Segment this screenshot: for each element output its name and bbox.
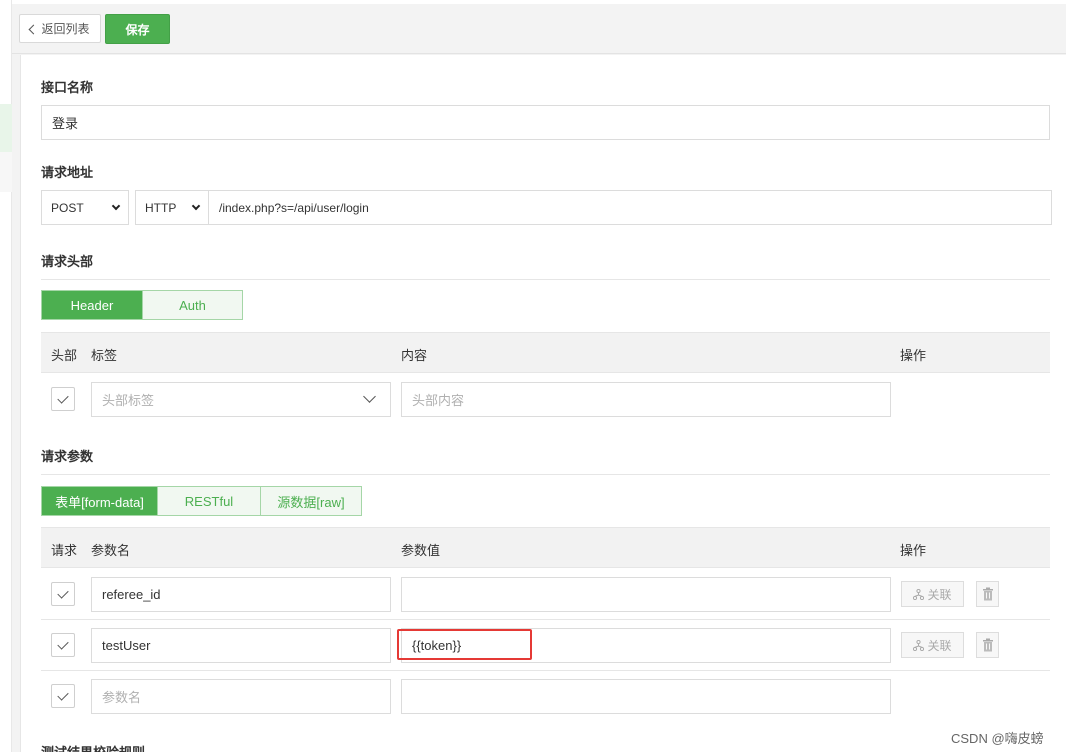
request-url-title: 请求地址 xyxy=(41,165,94,180)
delete-button[interactable] xyxy=(976,632,999,658)
param-value-input[interactable] xyxy=(401,679,891,714)
side-nav-active-item[interactable] xyxy=(0,104,12,152)
check-icon xyxy=(57,637,69,650)
trash-icon xyxy=(982,587,993,601)
param-row-checkbox[interactable] xyxy=(51,582,75,606)
protocol-select[interactable]: HTTP xyxy=(135,190,208,225)
tab-form-data[interactable]: 表单[form-data] xyxy=(42,487,158,515)
link-icon xyxy=(913,639,925,651)
param-value-input[interactable] xyxy=(401,577,891,612)
test-rules-title: 测试结果校验规则 xyxy=(41,742,145,752)
link-icon xyxy=(913,588,925,600)
col-param-name: 参数名 xyxy=(91,543,131,558)
back-to-list-button[interactable]: 返回列表 xyxy=(19,14,101,43)
link-label: 关联 xyxy=(927,638,952,653)
url-path-input[interactable]: /index.php?s=/api/user/login xyxy=(208,190,1052,225)
tab-header[interactable]: Header xyxy=(42,291,143,319)
back-to-list-label: 返回列表 xyxy=(41,22,90,36)
link-button[interactable]: 关联 xyxy=(901,581,964,607)
param-row-checkbox[interactable] xyxy=(51,633,75,657)
chevron-down-icon xyxy=(111,201,121,210)
toolbar: 返回列表 保存 xyxy=(12,0,1066,54)
header-label-select[interactable]: 头部标签 xyxy=(91,382,391,417)
check-icon xyxy=(57,391,69,404)
params-tabs: 表单[form-data] RESTful 源数据[raw] xyxy=(41,486,362,516)
col-param-value: 参数值 xyxy=(401,543,441,558)
check-icon xyxy=(57,688,69,701)
interface-name-title: 接口名称 xyxy=(41,80,94,95)
param-name-input[interactable]: referee_id xyxy=(91,577,391,612)
save-button[interactable]: 保存 xyxy=(105,14,170,44)
chevron-left-icon xyxy=(29,24,39,34)
method-select[interactable]: POST xyxy=(41,190,129,225)
params-table-head: 请求 参数名 参数值 操作 xyxy=(41,527,1050,568)
watermark: CSDN @嗨皮螃 xyxy=(951,731,1044,746)
col-header-actions: 操作 xyxy=(900,348,927,363)
delete-button[interactable] xyxy=(976,581,999,607)
col-header-content: 内容 xyxy=(401,348,428,363)
param-name-input[interactable]: testUser xyxy=(91,628,391,663)
trash-icon xyxy=(982,638,993,652)
link-label: 关联 xyxy=(927,587,952,602)
param-name-input[interactable]: 参数名 xyxy=(91,679,391,714)
col-param-enabled: 请求 xyxy=(51,543,78,558)
param-row-checkbox[interactable] xyxy=(51,684,75,708)
header-row-checkbox[interactable] xyxy=(51,387,75,411)
annotation-highlight-box xyxy=(397,629,532,660)
protocol-value: HTTP xyxy=(145,200,177,215)
link-button[interactable]: 关联 xyxy=(901,632,964,658)
header-table-head: 头部 标签 内容 操作 xyxy=(41,332,1050,373)
col-param-actions: 操作 xyxy=(900,543,927,558)
tab-auth[interactable]: Auth xyxy=(143,291,242,319)
api-edit-panel: 接口名称 登录 请求地址 POST HTTP /index.php?s=/api… xyxy=(20,55,1066,752)
side-nav-item[interactable] xyxy=(0,152,12,192)
request-headers-title: 请求头部 xyxy=(41,254,94,269)
method-value: POST xyxy=(51,200,84,215)
header-content-input[interactable]: 头部内容 xyxy=(401,382,891,417)
tab-raw[interactable]: 源数据[raw] xyxy=(261,487,361,515)
request-params-title: 请求参数 xyxy=(41,449,94,464)
header-tabs: Header Auth xyxy=(41,290,243,320)
check-icon xyxy=(57,586,69,599)
col-header-label: 标签 xyxy=(91,348,118,363)
interface-name-input[interactable]: 登录 xyxy=(41,105,1050,140)
side-nav-strip xyxy=(0,0,12,752)
col-header-enabled: 头部 xyxy=(51,348,78,363)
chevron-down-icon xyxy=(191,201,201,210)
tab-restful[interactable]: RESTful xyxy=(158,487,261,515)
